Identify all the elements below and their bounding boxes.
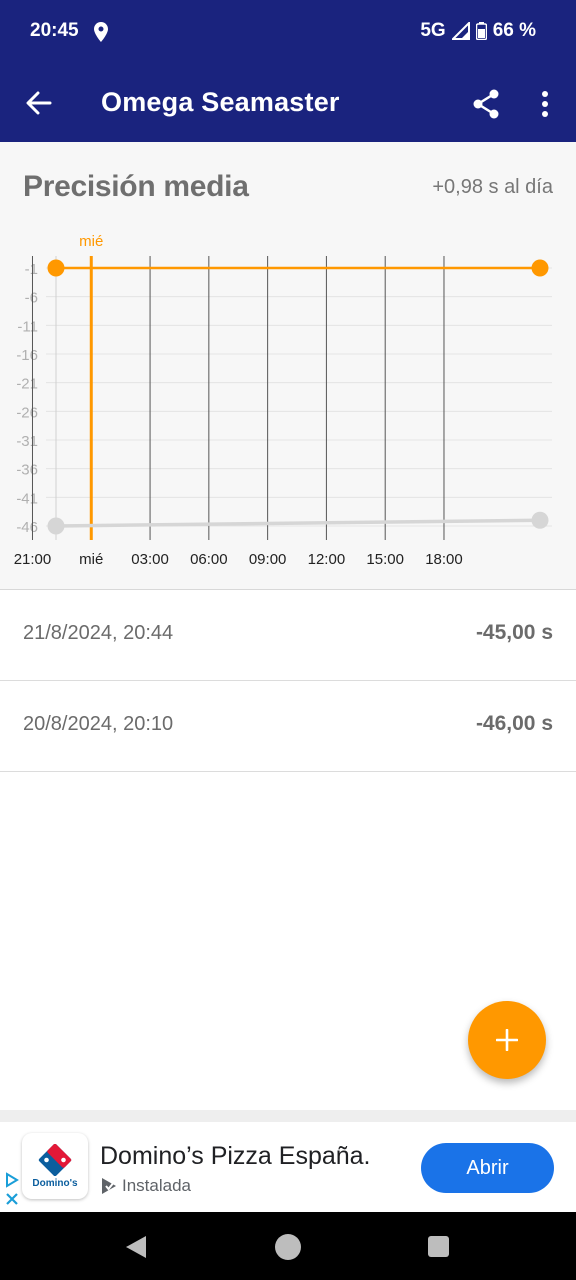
series-line [55,518,541,528]
y-tick-label: -6 [25,290,38,307]
installed-icon [102,1178,116,1194]
signal-icon [451,22,470,40]
y-tick-label: -1 [25,261,38,278]
series-point [47,259,65,277]
domino-tile-icon [38,1143,72,1176]
y-tick-label: -41 [16,490,38,507]
series-point [531,259,549,277]
record-value: -45,00 s [475,621,553,644]
status-bar: 20:45 5G 66 % [0,0,576,64]
ad-logo-text: Domino's [32,1177,78,1189]
series-point [47,517,65,535]
y-tick-label: -11 [17,318,38,335]
nav-home-icon[interactable] [275,1234,301,1260]
summary-value: +0,98 s al día [432,176,553,198]
x-tick-label: 12:00 [308,551,346,568]
ad-open-button[interactable]: Abrir [421,1143,554,1193]
nav-recents-icon[interactable] [428,1236,449,1257]
x-tick-label: mié [79,551,103,568]
status-indicators: 5G 66 % [420,20,536,42]
battery-level: 66 % [492,20,536,41]
day-marker-label: mié [79,233,103,250]
plus-icon [496,1029,518,1051]
ad-subtitle: Instalada [122,1176,191,1195]
nav-back-icon[interactable] [124,1234,148,1260]
location-icon [94,22,108,42]
y-tick-label: -36 [16,462,38,479]
system-nav-bar [0,1212,576,1280]
y-tick-label: -31 [16,433,38,450]
x-tick-label: 15:00 [366,551,404,568]
record-date: 20/8/2024, 20:10 [23,713,174,735]
ad-choices-icon[interactable] [4,1172,20,1208]
y-tick-label: -21 [16,376,38,393]
accuracy-chart[interactable]: -1 -6 -11 -16 -21 -26 -31 -36 -41 -46 21:00 mié 03:0… [0,224,576,584]
y-tick-label: -16 [16,347,38,364]
ad-title[interactable]: Domino’s Pizza España. [100,1142,371,1171]
arrow-back-icon [26,91,52,115]
add-measurement-button[interactable] [468,1001,546,1079]
network-type: 5G [420,20,446,41]
share-icon [473,89,499,119]
ad-banner[interactable]: Domino's Domino’s Pizza España. Instalad… [0,1122,576,1212]
x-tick-label: 21:00 [14,551,52,568]
x-tick-label: 03:00 [131,551,169,568]
x-tick-label: 09:00 [249,551,287,568]
y-tick-label: -46 [16,519,38,536]
list-item[interactable]: 20/8/2024, 20:10 -46,00 s [0,681,576,772]
x-tick-label: 06:00 [190,551,228,568]
accuracy-summary-card: Precisión media +0,98 s al día -1 -6 -11 -1… [0,142,576,590]
dominos-logo[interactable]: Domino's [22,1133,88,1199]
record-value: -46,00 s [475,712,553,735]
x-tick-label: 18:00 [425,551,463,568]
status-time: 20:45 [30,20,79,41]
series-point [531,511,549,529]
list-item[interactable]: 21/8/2024, 20:44 -45,00 s [0,590,576,681]
back-button[interactable] [20,84,58,122]
app-bar: Omega Seamaster [0,64,576,142]
battery-icon [475,22,487,40]
record-date: 21/8/2024, 20:44 [23,622,174,644]
ad-divider [0,1110,576,1122]
more-vert-icon [542,91,548,117]
y-tick-label: -26 [16,404,38,421]
share-button[interactable] [466,84,506,124]
summary-title: Precisión media [23,170,249,203]
more-options-button[interactable] [530,84,560,124]
page-title: Omega Seamaster [101,87,340,117]
ad-status: Instalada [100,1176,191,1196]
